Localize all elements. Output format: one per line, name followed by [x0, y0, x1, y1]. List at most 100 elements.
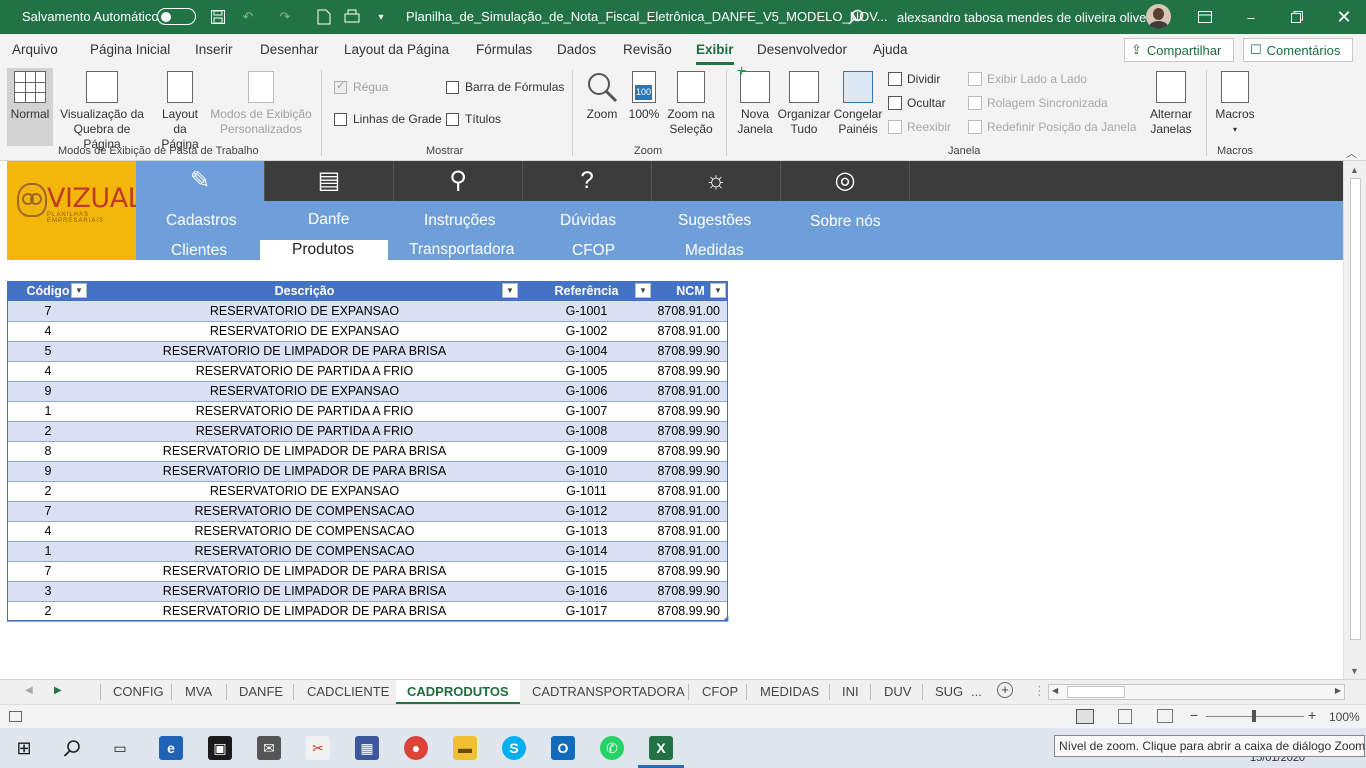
filter-dropdown-icon[interactable]: ▼	[502, 283, 518, 298]
cell-codigo[interactable]: 4	[7, 521, 89, 542]
cell-ncm[interactable]: 8708.99.90	[653, 581, 728, 602]
nav-icon-cadastros[interactable]: ✎	[136, 161, 265, 201]
nav-icon-sobre[interactable]: ◎	[781, 161, 910, 201]
tab-pagina-inicial[interactable]: Página Inicial	[90, 42, 170, 57]
horizontal-scrollbar[interactable]: ◀ ▶	[1048, 684, 1345, 700]
edge-icon[interactable]: e	[159, 736, 183, 760]
table-row[interactable]: 2 RESERVATORIO DE LIMPADOR DE PARA BRISA G…	[7, 601, 728, 622]
page-layout-status-icon[interactable]	[1118, 709, 1132, 724]
headings-checkbox[interactable]: Títulos	[446, 112, 501, 126]
cell-descricao[interactable]: RESERVATORIO DE PARTIDA A FRIO	[89, 361, 520, 382]
new-window-button[interactable]: + Nova Janela	[736, 64, 774, 137]
table-row[interactable]: 7 RESERVATORIO DE LIMPADOR DE PARA BRISA G…	[7, 561, 728, 582]
redo-icon[interactable]: ↷	[275, 7, 295, 27]
cell-codigo[interactable]: 4	[7, 321, 89, 342]
normal-view-status-icon[interactable]	[1076, 709, 1094, 724]
cell-ncm[interactable]: 8708.99.90	[653, 601, 728, 622]
search-icon[interactable]	[846, 7, 866, 27]
zoom-percent[interactable]: 100%	[1329, 710, 1360, 724]
cell-descricao[interactable]: RESERVATORIO DE EXPANSAO	[89, 301, 520, 322]
tab-inserir[interactable]: Inserir	[195, 42, 233, 57]
unhide-button[interactable]: Reexibir	[888, 120, 951, 134]
cell-ncm[interactable]: 8708.91.00	[653, 381, 728, 402]
page-break-preview-button[interactable]: Visualização da Quebra de Página	[54, 71, 150, 152]
cell-descricao[interactable]: RESERVATORIO DE LIMPADOR DE PARA BRISA	[89, 601, 520, 622]
cell-descricao[interactable]: RESERVATORIO DE COMPENSACAO	[89, 501, 520, 522]
table-row[interactable]: 7 RESERVATORIO DE COMPENSACAO G-1012 8708.9…	[7, 501, 728, 522]
share-button[interactable]: ⇪ Compartilhar	[1124, 38, 1234, 62]
cell-descricao[interactable]: RESERVATORIO DE LIMPADOR DE PARA BRISA	[89, 441, 520, 462]
cell-ncm[interactable]: 8708.99.90	[653, 341, 728, 362]
cell-referencia[interactable]: G-1007	[520, 401, 653, 422]
add-sheet-icon[interactable]: +	[997, 682, 1013, 698]
page-break-status-icon[interactable]	[1157, 709, 1173, 723]
customize-toolbar-icon[interactable]: ▾	[371, 7, 391, 27]
cell-descricao[interactable]: RESERVATORIO DE EXPANSAO	[89, 481, 520, 502]
table-row[interactable]: 8 RESERVATORIO DE LIMPADOR DE PARA BRISA G…	[7, 441, 728, 462]
minimize-icon[interactable]: –	[1241, 7, 1261, 27]
cell-descricao[interactable]: RESERVATORIO DE LIMPADOR DE PARA BRISA	[89, 561, 520, 582]
table-row[interactable]: 7 RESERVATORIO DE EXPANSAO G-1001 8708.91.0…	[7, 301, 728, 322]
arrange-all-button[interactable]: Organizar Tudo	[777, 71, 831, 137]
cell-codigo[interactable]: 2	[7, 481, 89, 502]
table-row[interactable]: 1 RESERVATORIO DE PARTIDA A FRIO G-1007 870…	[7, 401, 728, 422]
cell-descricao[interactable]: RESERVATORIO DE EXPANSAO	[89, 381, 520, 402]
nav-sobre-nos[interactable]: Sobre nós	[810, 213, 881, 231]
table-row[interactable]: 3 RESERVATORIO DE LIMPADOR DE PARA BRISA G…	[7, 581, 728, 602]
tab-revisao[interactable]: Revisão	[623, 42, 672, 57]
cell-referencia[interactable]: G-1010	[520, 461, 653, 482]
nav-duvidas[interactable]: Dúvidas	[560, 212, 616, 230]
cell-codigo[interactable]: 9	[7, 461, 89, 482]
chrome-icon[interactable]: ●	[404, 736, 428, 760]
cell-ncm[interactable]: 8708.91.00	[653, 501, 728, 522]
table-resize-handle[interactable]: ◢	[723, 614, 728, 622]
cell-descricao[interactable]: RESERVATORIO DE EXPANSAO	[89, 321, 520, 342]
cell-descricao[interactable]: RESERVATORIO DE LIMPADOR DE PARA BRISA	[89, 581, 520, 602]
nav-icon-instrucoes[interactable]: ⚲	[394, 161, 523, 201]
worksheet[interactable]: VIZUAL PLANILHAS EMPRESARIAIS ✎ ▤ ⚲ ? ☼ …	[0, 161, 1343, 679]
restore-icon[interactable]	[1287, 7, 1307, 27]
cell-ncm[interactable]: 8708.99.90	[653, 401, 728, 422]
zoom-in-icon[interactable]: +	[1308, 707, 1316, 723]
mail-icon[interactable]: ✉	[257, 736, 281, 760]
tab-desenvolvedor[interactable]: Desenvolvedor	[757, 42, 847, 57]
sheet-tab-danfe[interactable]: DANFE	[239, 684, 283, 699]
cell-referencia[interactable]: G-1016	[520, 581, 653, 602]
sheet-tab-medidas[interactable]: MEDIDAS	[760, 684, 819, 699]
cell-referencia[interactable]: G-1005	[520, 361, 653, 382]
custom-views-button[interactable]: Modos de Exibição Personalizados	[208, 71, 314, 137]
store-icon[interactable]: ▣	[208, 736, 232, 760]
cell-codigo[interactable]: 5	[7, 341, 89, 362]
windows-start-icon[interactable]: ⊞	[12, 736, 36, 760]
nav-icon-danfe[interactable]: ▤	[265, 161, 394, 201]
sheet-tab-sug[interactable]: SUG	[935, 684, 963, 699]
freeze-panes-button[interactable]: Congelar Painéis	[832, 71, 884, 137]
zoom-slider-knob[interactable]	[1252, 710, 1256, 722]
ribbon-display-icon[interactable]	[1195, 7, 1215, 27]
cell-ncm[interactable]: 8708.99.90	[653, 441, 728, 462]
table-row[interactable]: 5 RESERVATORIO DE LIMPADOR DE PARA BRISA G…	[7, 341, 728, 362]
comments-button[interactable]: ☐ Comentários	[1243, 38, 1353, 62]
scroll-right-icon[interactable]: ▶	[1335, 686, 1341, 695]
sheet-tab-config[interactable]: CONFIG	[113, 684, 164, 699]
nav-produtos[interactable]: Produtos	[292, 241, 354, 259]
cell-ncm[interactable]: 8708.99.90	[653, 361, 728, 382]
cell-ncm[interactable]: 8708.91.00	[653, 301, 728, 322]
filter-dropdown-icon[interactable]: ▼	[71, 283, 87, 298]
vertical-scrollbar[interactable]: ▲ ▼	[1343, 161, 1366, 679]
nav-sugestoes[interactable]: Sugestões	[678, 212, 751, 230]
cell-referencia[interactable]: G-1002	[520, 321, 653, 342]
sheet-tab-cadtransportadora[interactable]: CADTRANSPORTADORA	[532, 684, 685, 699]
cell-descricao[interactable]: RESERVATORIO DE PARTIDA A FRIO	[89, 401, 520, 422]
snipping-tool-icon[interactable]: ✂	[306, 736, 330, 760]
cell-referencia[interactable]: G-1011	[520, 481, 653, 502]
table-row[interactable]: 9 RESERVATORIO DE EXPANSAO G-1006 8708.91.0…	[7, 381, 728, 402]
nav-icon-duvidas[interactable]: ?	[523, 161, 652, 201]
ruler-checkbox[interactable]: Régua	[334, 79, 388, 94]
nav-medidas[interactable]: Medidas	[685, 242, 744, 260]
cell-codigo[interactable]: 3	[7, 581, 89, 602]
cell-descricao[interactable]: RESERVATORIO DE LIMPADOR DE PARA BRISA	[89, 341, 520, 362]
save-icon[interactable]	[208, 7, 228, 27]
file-explorer-icon[interactable]: ▬	[453, 736, 477, 760]
table-row[interactable]: 2 RESERVATORIO DE PARTIDA A FRIO G-1008 870…	[7, 421, 728, 442]
